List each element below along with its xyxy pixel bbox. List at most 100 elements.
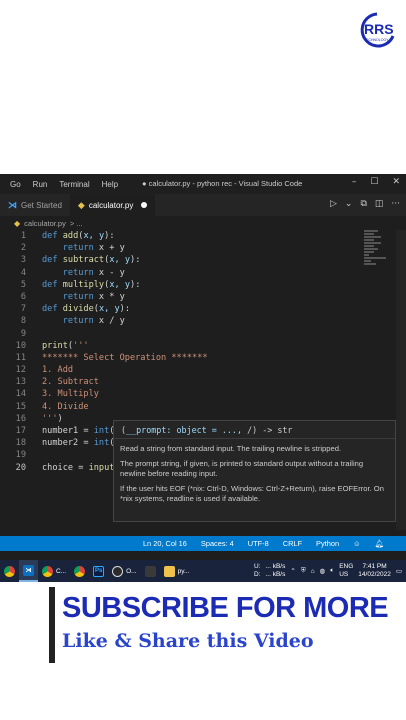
notification-icon[interactable]: ▭: [396, 567, 402, 575]
code-line[interactable]: 8 return x / y: [0, 315, 406, 327]
net-speed-values: ... kB/s ... kB/s: [265, 563, 286, 578]
globe-icon[interactable]: ◍: [320, 567, 326, 575]
taskbar-chrome-2[interactable]: C...: [38, 560, 70, 582]
breadcrumb: ◆ calculator.py > ...: [0, 216, 406, 230]
taskbar-vscode[interactable]: ⋊: [19, 560, 38, 582]
unsaved-dot-icon[interactable]: [141, 202, 148, 208]
taskbar-chrome[interactable]: [0, 560, 19, 582]
tab-bar: ⋊ Get Started ◆ calculator.py ▷ ⌄ ⧉ ◫ ··…: [0, 194, 406, 216]
split-editor-icon[interactable]: ◫: [375, 199, 384, 209]
minimap[interactable]: [364, 230, 388, 290]
code-line[interactable]: 11 ******* Select Operation *******: [0, 352, 406, 364]
code-line[interactable]: 12 1. Add: [0, 364, 406, 376]
code-line[interactable]: 14 3. Multiply: [0, 388, 406, 400]
more-icon[interactable]: ···: [391, 199, 400, 209]
svg-text:TECHNOLOGY: TECHNOLOGY: [364, 38, 389, 42]
code-text: number2 = int(i: [42, 438, 120, 449]
tab-get-started[interactable]: ⋊ Get Started: [0, 194, 70, 216]
tooltip-signature: (__prompt: object = ..., /) -> str: [114, 421, 395, 439]
subscribe-subtitle: Like & Share this Video: [62, 630, 314, 652]
chevron-down-icon[interactable]: ⌄: [345, 199, 353, 209]
signature-param: __prompt: object = ...: [126, 425, 237, 435]
code-text: ******* Select Operation *******: [42, 352, 208, 363]
tab-calculator[interactable]: ◆ calculator.py: [69, 194, 156, 216]
code-text: def add(x, y):: [42, 231, 115, 241]
vscode-icon: ⋊: [23, 564, 34, 576]
banner-accent-bar: [49, 587, 55, 663]
code-line[interactable]: 2 return x + y: [0, 242, 406, 254]
menu-run[interactable]: Run: [27, 180, 54, 189]
status-bar: Ln 20, Col 16 Spaces: 4 UTF-8 CRLF Pytho…: [0, 536, 406, 551]
code-line[interactable]: 15 4. Divide: [0, 401, 406, 413]
chevron-up-icon[interactable]: ⌃: [290, 567, 295, 575]
window-controls: – ☐ ✕: [352, 177, 400, 187]
line-endings[interactable]: CRLF: [283, 539, 302, 548]
minimize-button[interactable]: –: [352, 177, 357, 187]
svg-text:RRS: RRS: [364, 21, 394, 37]
code-text: 4. Divide: [42, 401, 89, 412]
clock[interactable]: 7:41 PM 14/02/2022: [358, 563, 391, 579]
code-line[interactable]: 7 def divide(x, y):: [0, 303, 406, 315]
line-number: 10: [15, 340, 26, 351]
code-text: def divide(x, y):: [42, 304, 131, 315]
code-line[interactable]: 10 print(''': [0, 340, 406, 352]
cursor-position[interactable]: Ln 20, Col 16: [143, 539, 187, 548]
bell-icon[interactable]: 🔔︎: [375, 539, 384, 548]
compare-icon[interactable]: ⧉: [360, 199, 366, 209]
code-line[interactable]: 1 def add(x, y):: [0, 230, 406, 242]
menu-help[interactable]: Help: [96, 180, 124, 189]
network-icon[interactable]: ⌂: [311, 568, 315, 575]
taskbar-photoshop[interactable]: Ps: [89, 560, 108, 582]
menu-terminal[interactable]: Terminal: [53, 180, 95, 189]
python-file-icon: ◆: [77, 199, 85, 210]
code-line[interactable]: 13 2. Subtract: [0, 376, 406, 388]
line-number: 1: [20, 231, 26, 241]
vscode-icon: ⋊: [8, 199, 17, 210]
line-number: 13: [15, 377, 26, 388]
editor-actions: ▷ ⌄ ⧉ ◫ ···: [330, 199, 400, 209]
rrs-logo: RRS TECHNOLOGY: [360, 12, 395, 48]
taskbar-label: C...: [56, 567, 67, 575]
menu-go[interactable]: Go: [4, 180, 27, 189]
code-line[interactable]: 6 return x * y: [0, 291, 406, 303]
menu-bar: Go Run Terminal Help: [0, 180, 124, 189]
code-text: return x / y: [62, 316, 125, 327]
language-indicator[interactable]: ENG US: [339, 563, 353, 579]
explorer-icon: [144, 565, 156, 577]
subscribe-title: SUBSCRIBE FOR MORE: [62, 592, 389, 624]
code-editor[interactable]: 1 def add(x, y): 2 return x + y 3 def subtra…: [0, 230, 406, 540]
volume-icon[interactable]: 🔈︎: [330, 567, 334, 575]
taskbar-explorer[interactable]: [141, 560, 160, 582]
language-mode[interactable]: Python: [316, 539, 339, 548]
taskbar-obs[interactable]: O...: [108, 560, 140, 582]
close-button[interactable]: ✕: [392, 177, 400, 187]
line-number: 20: [15, 462, 26, 473]
folder-icon: [163, 565, 175, 577]
indentation[interactable]: Spaces: 4: [201, 539, 234, 548]
code-line[interactable]: 5 def multiply(x, y):: [0, 279, 406, 291]
taskbar-chrome-3[interactable]: [70, 560, 89, 582]
code-text: 3. Multiply: [42, 389, 99, 400]
run-icon[interactable]: ▷: [330, 199, 337, 209]
code-line[interactable]: 3 def subtract(x, y):: [0, 254, 406, 266]
encoding[interactable]: UTF-8: [248, 539, 269, 548]
line-number: 15: [15, 401, 26, 412]
chrome-icon: [4, 565, 15, 577]
breadcrumb-rest[interactable]: > ...: [70, 219, 83, 228]
maximize-button[interactable]: ☐: [370, 177, 378, 187]
line-number: 18: [15, 438, 26, 449]
system-tray: U: D: ... kB/s ... kB/s ⌃ ⛨ ⌂ ◍ 🔈︎ ENG U…: [254, 563, 406, 579]
vertical-scrollbar[interactable]: [396, 230, 406, 530]
code-text: return x + y: [62, 243, 125, 254]
feedback-icon[interactable]: ☺: [353, 539, 361, 548]
line-number: 3: [20, 255, 26, 266]
code-line[interactable]: 4 return x - y: [0, 267, 406, 279]
line-number: 14: [15, 389, 26, 400]
code-line[interactable]: 9: [0, 328, 406, 340]
photoshop-icon: Ps: [93, 565, 105, 577]
code-text: def subtract(x, y):: [42, 255, 141, 266]
taskbar-folder[interactable]: py...: [160, 560, 194, 582]
window-title: ● calculator.py - python rec - Visual St…: [142, 179, 303, 188]
shield-icon[interactable]: ⛨: [301, 567, 306, 575]
breadcrumb-file[interactable]: calculator.py: [24, 219, 66, 228]
